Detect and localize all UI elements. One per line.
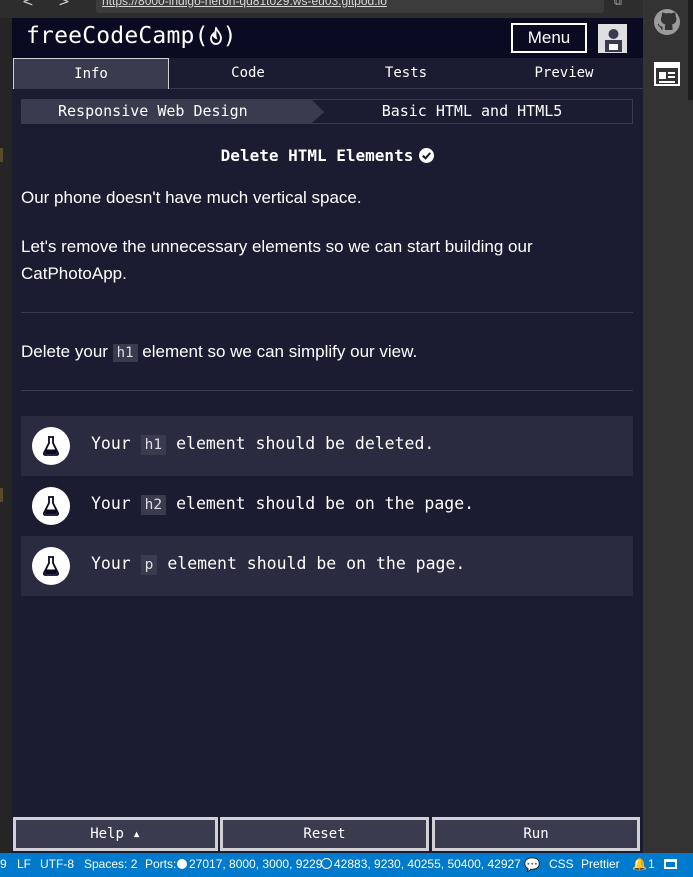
github-icon[interactable] bbox=[653, 8, 681, 36]
layout-icon[interactable] bbox=[664, 859, 677, 869]
address-url[interactable]: https://8000-indigo-heron-qd81t029.ws-eu… bbox=[102, 0, 387, 8]
status-bar: 9 LF UTF-8 Spaces: 2 Ports: 27017, 8000,… bbox=[0, 853, 693, 877]
browser-toolbar: < > ↻ https://8000-indigo-heron-qd81t029… bbox=[0, 0, 643, 18]
logo-text: freeCodeCamp( bbox=[26, 23, 209, 49]
feedback-icon[interactable]: 💬 bbox=[524, 854, 540, 876]
instructions-code: h1 bbox=[112, 344, 138, 362]
bell-icon[interactable]: 🔔 bbox=[632, 853, 647, 875]
status-line-fragment[interactable]: 9 bbox=[0, 853, 7, 875]
divider bbox=[21, 390, 633, 391]
status-encoding[interactable]: UTF-8 bbox=[40, 853, 74, 875]
test-item: Your h2 element should be on the page. bbox=[21, 476, 633, 536]
challenge-description-1: Our phone doesn't have much vertical spa… bbox=[21, 188, 362, 207]
top-navbar: freeCodeCamp( ) Menu bbox=[12, 18, 643, 58]
activity-bar bbox=[643, 0, 693, 853]
breadcrumb: Responsive Web Design Basic HTML and HTM… bbox=[21, 99, 633, 124]
test-item: Your h1 element should be deleted. bbox=[21, 416, 633, 476]
status-ports-open[interactable]: 27017, 8000, 3000, 9229 bbox=[189, 853, 322, 875]
challenge-instructions: Delete your h1 element so we can simplif… bbox=[21, 338, 633, 367]
test-text-after: element should be on the page. bbox=[166, 494, 475, 513]
tab-tests[interactable]: Tests bbox=[327, 58, 485, 89]
flame-icon bbox=[209, 25, 222, 45]
test-code: h1 bbox=[140, 435, 167, 455]
port-open-icon bbox=[177, 859, 187, 869]
tab-info[interactable]: Info bbox=[13, 58, 169, 89]
avatar-icon bbox=[598, 24, 627, 53]
challenge-title-text: Delete HTML Elements bbox=[220, 146, 414, 165]
status-formatter[interactable]: Prettier bbox=[581, 853, 620, 875]
reset-button[interactable]: Reset bbox=[220, 817, 429, 851]
tab-bar: Info Code Tests Preview bbox=[12, 58, 643, 89]
test-beaker-icon bbox=[32, 547, 70, 585]
status-ports-label[interactable]: Ports: bbox=[145, 853, 176, 875]
tab-preview[interactable]: Preview bbox=[485, 58, 643, 89]
test-text-after: element should be on the page. bbox=[157, 554, 466, 573]
challenge-title: Delete HTML Elements bbox=[12, 146, 643, 165]
fcc-app: freeCodeCamp( ) Menu Info Code Tests Pre… bbox=[12, 18, 643, 853]
status-notification-count[interactable]: 1 bbox=[648, 853, 655, 875]
help-button[interactable]: Help ▴ bbox=[13, 817, 218, 851]
test-beaker-icon bbox=[32, 487, 70, 525]
avatar[interactable] bbox=[597, 23, 628, 54]
status-indent[interactable]: Spaces: 2 bbox=[84, 853, 137, 875]
fcc-logo[interactable]: freeCodeCamp( ) bbox=[26, 23, 237, 49]
gutter-marker bbox=[0, 488, 3, 502]
divider bbox=[21, 312, 633, 313]
activity-edge bbox=[688, 0, 693, 100]
test-item: Your p element should be on the page. bbox=[21, 536, 633, 596]
test-text-before: Your bbox=[91, 494, 141, 513]
test-text-after: element should be deleted. bbox=[166, 434, 435, 453]
instructions-after: element so we can simplify our view. bbox=[137, 342, 418, 361]
breadcrumb-block[interactable]: Basic HTML and HTML5 bbox=[312, 100, 632, 123]
preview-icon[interactable] bbox=[653, 60, 681, 88]
test-beaker-icon bbox=[32, 427, 70, 465]
test-code: p bbox=[140, 555, 158, 575]
address-bar[interactable]: https://8000-indigo-heron-qd81t029.ws-eu… bbox=[96, 0, 604, 13]
test-code: h2 bbox=[140, 495, 167, 515]
editor-gutter bbox=[0, 18, 12, 853]
test-text: Your p element should be on the page. bbox=[91, 554, 466, 575]
status-language[interactable]: CSS bbox=[549, 853, 574, 875]
tab-code[interactable]: Code bbox=[169, 58, 327, 89]
status-eol[interactable]: LF bbox=[17, 853, 31, 875]
run-button[interactable]: Run bbox=[432, 817, 640, 851]
status-ports-closed[interactable]: 42883, 9230, 40255, 50400, 42927 bbox=[334, 853, 521, 875]
challenge-description-2: Let's remove the unnecessary elements so… bbox=[21, 237, 533, 283]
breadcrumb-superblock[interactable]: Responsive Web Design bbox=[22, 100, 312, 123]
test-text: Your h2 element should be on the page. bbox=[91, 494, 475, 515]
logo-close: ) bbox=[222, 23, 237, 49]
open-external-icon[interactable]: ⧉ bbox=[614, 0, 622, 9]
port-closed-icon bbox=[321, 858, 332, 869]
gutter-marker bbox=[0, 148, 3, 162]
completed-check-icon bbox=[419, 148, 435, 163]
test-text: Your h1 element should be deleted. bbox=[91, 434, 435, 455]
test-text-before: Your bbox=[91, 434, 141, 453]
menu-button[interactable]: Menu bbox=[511, 23, 587, 53]
instructions-before: Delete your bbox=[21, 342, 113, 361]
test-text-before: Your bbox=[91, 554, 141, 573]
